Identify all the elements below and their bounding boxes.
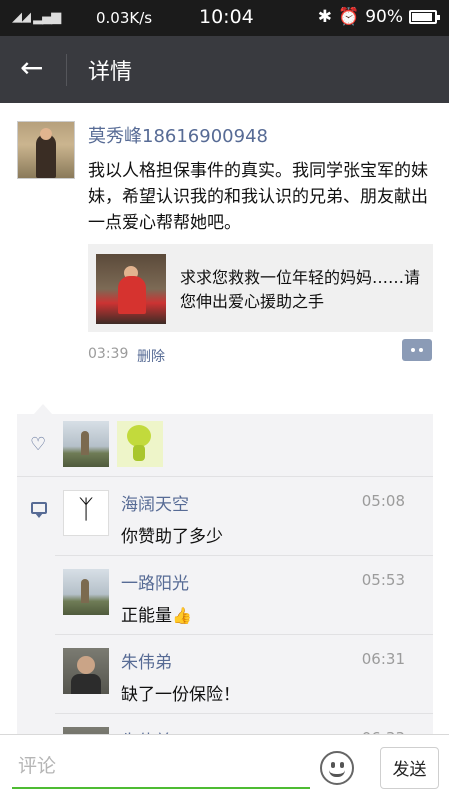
likes-row: ♡ [17, 414, 433, 477]
emoji-eye [331, 762, 335, 768]
comment-time: 05:08 [361, 492, 405, 510]
comment-menu-button[interactable] [402, 339, 432, 361]
comment-time: 05:53 [361, 571, 405, 589]
post-text: 我以人格担保事件的真实。我同学张宝军的妹妹，希望认识我的和我认识的兄弟、朋友献出… [88, 161, 428, 233]
comment-text: 你赞助了多少 [121, 522, 223, 547]
like-avatar[interactable] [117, 421, 163, 467]
network-speed: 0.03K/s [96, 9, 153, 27]
shared-link-card[interactable]: 求求您救救一位年轻的妈妈……请您伸出爱心援助之手 [88, 244, 433, 332]
comment-text: 缺了一份保险！ [121, 680, 240, 705]
comment-item[interactable]: 一路阳光 05:53 正能量👍 [55, 556, 433, 635]
avatar-figure [36, 134, 56, 178]
emoji-eye [340, 762, 344, 768]
commenter-name[interactable]: 朱伟弟 [121, 648, 172, 673]
like-avatar[interactable] [63, 421, 109, 467]
comment-body: 正能量 [121, 606, 172, 626]
battery-fill [412, 13, 432, 21]
thumbnail-figure [118, 276, 146, 314]
avatar-body [71, 674, 101, 694]
post-time: 03:39 [88, 346, 129, 362]
commenter-avatar[interactable] [63, 648, 109, 694]
comment-item[interactable]: 朱伟弟 06:31 缺了一份保险！ [55, 635, 433, 714]
status-right: ✱ ⏰ 90% [317, 7, 440, 27]
emoji-icon[interactable] [320, 751, 354, 785]
avatar-face [77, 656, 95, 674]
comment-input-bar: 发送 [0, 734, 449, 801]
emoji-mouth [329, 770, 345, 777]
comment-time: 06:31 [361, 650, 405, 668]
bluetooth-icon: ✱ [317, 7, 333, 27]
bubble-pointer [34, 404, 52, 414]
heart-icon: ♡ [30, 434, 47, 455]
avatar-cartoon-head [127, 425, 151, 447]
comment-body: 缺了一份保险！ [121, 685, 240, 705]
thumbs-up-emoji: 👍 [172, 606, 192, 625]
commenter-avatar[interactable]: ᛉ [63, 490, 109, 536]
comment-text: 正能量👍 [121, 601, 192, 626]
back-arrow-icon[interactable]: ← [20, 52, 43, 84]
shared-link-thumbnail [96, 254, 166, 324]
avatar-cartoon-body [133, 445, 145, 461]
dot [419, 348, 423, 352]
signal-icon: ◢◢ ▂▄▆ [12, 10, 61, 25]
alarm-icon: ⏰ [338, 7, 360, 27]
shared-link-title: 求求您救救一位年轻的妈妈……请您伸出爱心援助之手 [180, 268, 421, 311]
comment-icon [31, 502, 47, 518]
commenter-avatar[interactable] [63, 569, 109, 615]
comment-body: 你赞助了多少 [121, 527, 223, 547]
battery-percent: 90% [365, 7, 403, 27]
author-avatar[interactable] [17, 121, 75, 179]
avatar-statue [81, 431, 89, 455]
status-time: 10:04 [199, 6, 254, 28]
author-name[interactable]: 莫秀峰18616900948 [88, 122, 268, 148]
status-bar: ◢◢ ▂▄▆ 0.03K/s 10:04 ✱ ⏰ 90% [0, 0, 449, 36]
title-bar: ← 详情 [0, 36, 449, 103]
comment-item[interactable]: ᛉ 海阔天空 05:08 你赞助了多少 [55, 477, 433, 556]
avatar-face [40, 128, 52, 140]
send-button[interactable]: 发送 [380, 747, 439, 789]
battery-icon [409, 10, 440, 24]
avatar-glyph: ᛉ [78, 495, 94, 525]
page-title: 详情 [88, 60, 133, 85]
avatar-statue [81, 579, 89, 603]
commenter-name[interactable]: 一路阳光 [121, 569, 189, 594]
dot [411, 348, 415, 352]
delete-button[interactable]: 删除 [137, 346, 165, 366]
comment-input[interactable] [12, 745, 310, 789]
title-divider [66, 54, 67, 86]
commenter-name[interactable]: 海阔天空 [121, 490, 189, 515]
